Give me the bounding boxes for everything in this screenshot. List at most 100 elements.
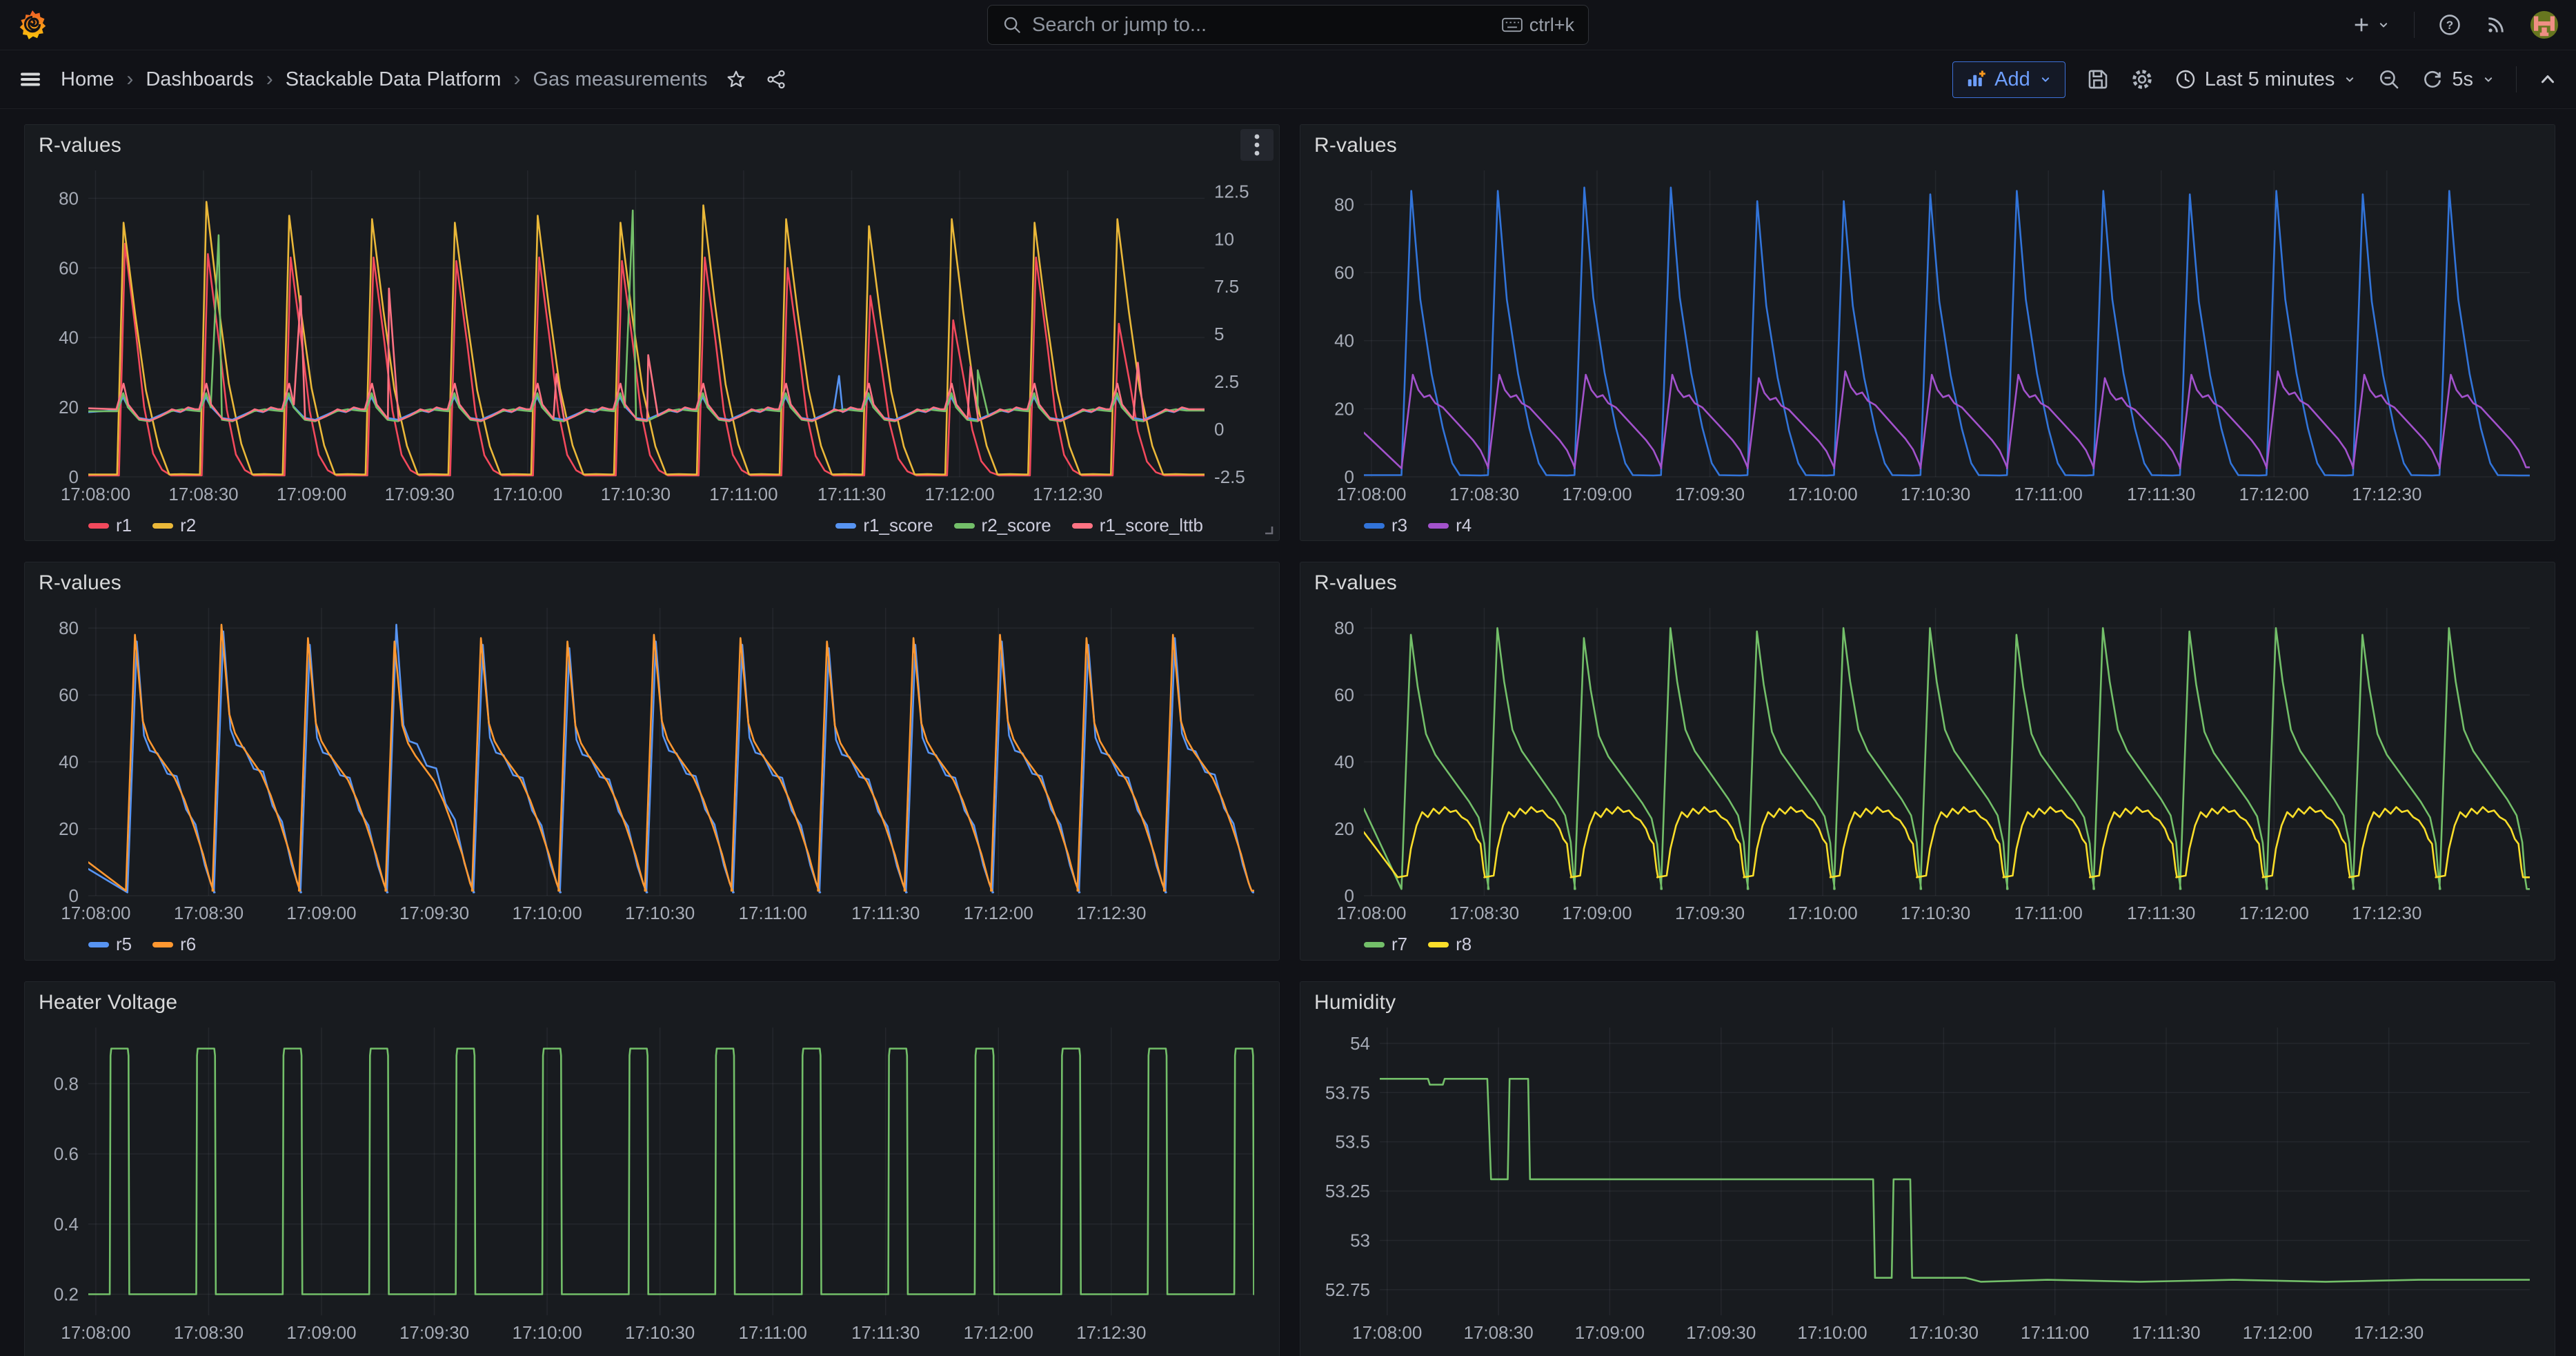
share-button[interactable] bbox=[765, 68, 787, 90]
svg-text:40: 40 bbox=[1334, 751, 1354, 772]
svg-text:17:11:00: 17:11:00 bbox=[739, 903, 807, 923]
chevron-up-icon bbox=[2537, 69, 2558, 90]
time-range-picker[interactable]: Last 5 minutes bbox=[2174, 68, 2357, 91]
svg-text:17:09:30: 17:09:30 bbox=[1675, 903, 1745, 923]
svg-text:17:10:30: 17:10:30 bbox=[1909, 1322, 1979, 1343]
panel-heater-voltage: Heater Voltage 0.20.40.60.817:08:0017:08… bbox=[24, 981, 1280, 1356]
legend-color-chip bbox=[88, 523, 109, 529]
add-panel-button[interactable]: Add bbox=[1952, 61, 2065, 98]
legend-label: r1_score_lttb bbox=[1100, 515, 1203, 536]
breadcrumb-dashboards[interactable]: Dashboards bbox=[146, 68, 253, 91]
svg-text:17:11:00: 17:11:00 bbox=[2014, 484, 2083, 504]
y-axis-labels-right: -2.502.557.51012.5 bbox=[1214, 181, 1249, 487]
refresh-icon bbox=[2421, 68, 2444, 90]
svg-text:17:10:00: 17:10:00 bbox=[493, 484, 562, 504]
panel-resize-handle[interactable] bbox=[1262, 524, 1275, 536]
legend-color-chip bbox=[152, 523, 173, 529]
svg-text:17:12:30: 17:12:30 bbox=[1076, 1322, 1146, 1343]
time-series-chart[interactable]: 0.20.40.60.817:08:0017:08:3017:09:0017:0… bbox=[39, 1018, 1267, 1344]
dashboard-settings-button[interactable] bbox=[2130, 68, 2154, 91]
svg-text:17:10:30: 17:10:30 bbox=[625, 1322, 695, 1343]
panel-title[interactable]: R-values bbox=[1314, 134, 1397, 157]
breadcrumb-home[interactable]: Home bbox=[61, 68, 114, 91]
panel-menu-button[interactable] bbox=[1240, 129, 1274, 161]
panel-title[interactable]: R-values bbox=[1314, 571, 1397, 595]
grafana-logo[interactable] bbox=[18, 9, 47, 41]
legend-label: r7 bbox=[1391, 934, 1407, 955]
legend-item-r3[interactable]: r3 bbox=[1364, 515, 1407, 536]
legend-item-r4[interactable]: r4 bbox=[1428, 515, 1472, 536]
legend-item-r2_score[interactable]: r2_score bbox=[954, 515, 1051, 536]
refresh-button[interactable]: 5s bbox=[2421, 68, 2495, 91]
panel-title[interactable]: R-values bbox=[39, 571, 121, 595]
x-axis-labels: 17:08:0017:08:3017:09:0017:09:3017:10:00… bbox=[1352, 1322, 2424, 1343]
search-input[interactable]: Search or jump to... ctrl+k bbox=[987, 5, 1589, 45]
legend-item-heatervoltage[interactable]: heatervoltage bbox=[88, 1353, 225, 1356]
y-axis-labels-left: 020406080 bbox=[1334, 618, 1354, 906]
avatar-image bbox=[2530, 11, 2558, 39]
panel-title[interactable]: Humidity bbox=[1314, 991, 1396, 1014]
save-dashboard-button[interactable] bbox=[2086, 68, 2110, 91]
user-avatar[interactable] bbox=[2530, 11, 2558, 39]
panel-title[interactable]: R-values bbox=[39, 134, 121, 157]
legend-item-r2[interactable]: r2 bbox=[152, 515, 196, 536]
panel-title[interactable]: Heater Voltage bbox=[39, 991, 177, 1014]
x-axis-labels: 17:08:0017:08:3017:09:0017:09:3017:10:00… bbox=[1336, 484, 2421, 504]
svg-text:17:12:30: 17:12:30 bbox=[1033, 484, 1102, 504]
time-series-chart[interactable]: 02040608017:08:0017:08:3017:09:0017:09:3… bbox=[1314, 161, 2542, 506]
svg-text:17:10:00: 17:10:00 bbox=[512, 903, 582, 923]
breadcrumb-current: Gas measurements bbox=[533, 68, 707, 91]
chevron-down-icon bbox=[2481, 72, 2495, 86]
zoom-out-button[interactable] bbox=[2377, 68, 2401, 91]
legend-item-r8[interactable]: r8 bbox=[1428, 934, 1472, 955]
svg-text:17:08:00: 17:08:00 bbox=[1352, 1322, 1422, 1343]
x-axis-labels: 17:08:0017:08:3017:09:0017:09:3017:10:00… bbox=[61, 484, 1102, 504]
legend-item-r7[interactable]: r7 bbox=[1364, 934, 1407, 955]
svg-text:17:08:30: 17:08:30 bbox=[1449, 903, 1519, 923]
search-shortcut: ctrl+k bbox=[1502, 14, 1574, 36]
legend-color-chip bbox=[1072, 523, 1093, 529]
legend-label: r1_score bbox=[863, 515, 933, 536]
legend-color-chip bbox=[88, 942, 109, 947]
menu-toggle-button[interactable] bbox=[18, 67, 43, 92]
legend-item-r1_score[interactable]: r1_score bbox=[835, 515, 933, 536]
time-series-chart[interactable]: 52.755353.2553.553.755417:08:0017:08:301… bbox=[1314, 1018, 2542, 1344]
news-button[interactable] bbox=[2485, 14, 2507, 36]
legend-label: r5 bbox=[116, 934, 132, 955]
legend-item-r1_score_lttb[interactable]: r1_score_lttb bbox=[1072, 515, 1203, 536]
new-menu-button[interactable] bbox=[2350, 14, 2390, 36]
svg-text:54: 54 bbox=[1350, 1033, 1370, 1054]
legend-item-r5[interactable]: r5 bbox=[88, 934, 132, 955]
svg-text:?: ? bbox=[2446, 19, 2453, 32]
legend-color-chip bbox=[1428, 523, 1449, 529]
svg-text:17:09:00: 17:09:00 bbox=[1562, 903, 1632, 923]
time-series-chart[interactable]: 02040608017:08:0017:08:3017:09:0017:09:3… bbox=[1314, 598, 2542, 925]
chart-legend: heatervoltage bbox=[39, 1348, 1265, 1356]
svg-text:-2.5: -2.5 bbox=[1214, 466, 1245, 487]
help-button[interactable]: ? bbox=[2438, 13, 2461, 37]
gear-icon bbox=[2130, 68, 2154, 91]
time-series-chart[interactable]: 02040608017:08:0017:08:3017:09:0017:09:3… bbox=[39, 598, 1267, 925]
legend-item-r6[interactable]: r6 bbox=[152, 934, 196, 955]
legend-group-left: r7 r8 bbox=[1364, 934, 1472, 955]
svg-text:17:11:00: 17:11:00 bbox=[2021, 1322, 2089, 1343]
svg-text:17:08:00: 17:08:00 bbox=[61, 903, 130, 923]
breadcrumb-folder[interactable]: Stackable Data Platform bbox=[286, 68, 502, 91]
breadcrumb-separator: › bbox=[265, 68, 275, 91]
favorite-button[interactable] bbox=[725, 68, 747, 90]
y-axis-labels-left: 020406080 bbox=[59, 618, 79, 906]
legend-item-r1[interactable]: r1 bbox=[88, 515, 132, 536]
svg-text:17:09:00: 17:09:00 bbox=[286, 1322, 356, 1343]
svg-text:52.75: 52.75 bbox=[1325, 1279, 1370, 1300]
series-line-r2 bbox=[88, 202, 1205, 474]
legend-item-humidity[interactable]: humidity bbox=[1364, 1353, 1458, 1356]
time-series-chart[interactable]: 020406080-2.502.557.51012.517:08:0017:08… bbox=[39, 161, 1267, 506]
svg-text:17:11:30: 17:11:30 bbox=[2127, 484, 2195, 504]
divider bbox=[2516, 66, 2517, 92]
svg-text:17:08:30: 17:08:30 bbox=[1463, 1322, 1533, 1343]
svg-text:17:11:00: 17:11:00 bbox=[2014, 903, 2083, 923]
chevron-down-icon bbox=[2377, 18, 2390, 32]
time-range-label: Last 5 minutes bbox=[2205, 68, 2335, 91]
collapse-toolbar-button[interactable] bbox=[2537, 69, 2558, 90]
svg-text:17:08:30: 17:08:30 bbox=[1449, 484, 1519, 504]
